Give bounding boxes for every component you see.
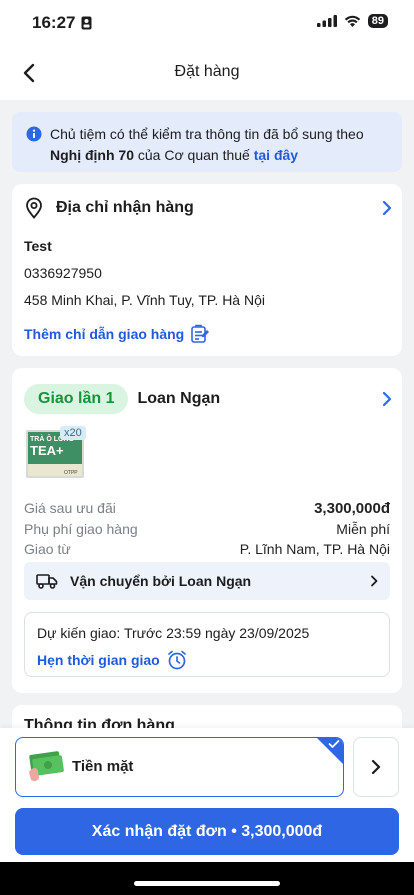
address-header[interactable]: Địa chỉ nhận hàng bbox=[24, 196, 392, 220]
delivery-badge: Giao lần 1 bbox=[24, 384, 129, 414]
truck-icon bbox=[36, 574, 58, 589]
status-bar: 16:27 89 bbox=[0, 0, 414, 46]
ship-from-label: Giao từ bbox=[24, 541, 71, 557]
checkmark-icon bbox=[328, 740, 340, 748]
shipping-fee-value: Miễn phí bbox=[336, 521, 390, 537]
add-delivery-note-button[interactable]: Thêm chỉ dẫn giao hàng bbox=[24, 324, 210, 344]
schedule-delivery-button[interactable]: Hẹn thời gian giao bbox=[37, 649, 188, 671]
cash-icon bbox=[29, 751, 64, 781]
info-text: Chủ tiệm có thể kiểm tra thông tin đã bổ… bbox=[50, 126, 364, 142]
shipping-fee-label: Phụ phí giao hàng bbox=[24, 521, 138, 537]
price-row: Giá sau ưu đãi 3,300,000đ bbox=[24, 500, 390, 517]
alarm-clock-icon bbox=[167, 650, 186, 670]
address-title: Địa chỉ nhận hàng bbox=[56, 199, 194, 216]
chevron-right-icon bbox=[371, 575, 378, 587]
home-indicator[interactable] bbox=[134, 881, 280, 886]
schedule-delivery-label: Hẹn thời gian giao bbox=[37, 652, 160, 668]
info-bold-text: Nghị định 70 bbox=[50, 147, 134, 163]
info-icon bbox=[26, 126, 42, 142]
recipient-address: 458 Minh Khai, P. Vĩnh Tuy, TP. Hà Nội bbox=[24, 292, 265, 308]
status-indicators: 89 bbox=[316, 14, 388, 28]
info-banner: Chủ tiệm có thể kiểm tra thông tin đã bổ… bbox=[12, 112, 402, 172]
signal-icon bbox=[316, 15, 337, 27]
page-title: Đặt hàng bbox=[174, 63, 240, 80]
shipment-header[interactable]: Giao lần 1 Loan Ngạn bbox=[24, 384, 392, 414]
product-quantity: x20 bbox=[60, 426, 86, 440]
clock-text: 16:27 bbox=[32, 13, 76, 32]
shipment-card: Giao lần 1 Loan Ngạn TRÀ Ô LONG TEA+ OTP… bbox=[12, 368, 402, 693]
home-indicator-area bbox=[0, 862, 414, 895]
battery-level: 89 bbox=[367, 14, 388, 28]
eta-text: Dự kiến giao: Trước 23:59 ngày 23/09/202… bbox=[37, 625, 310, 641]
confirm-order-button[interactable]: Xác nhận đặt đơn • 3,300,000đ bbox=[15, 808, 399, 855]
id-card-icon bbox=[81, 16, 92, 30]
payment-method-option[interactable]: Tiền mặt bbox=[15, 737, 344, 797]
delivery-time-box: Dự kiến giao: Trước 23:59 ngày 23/09/202… bbox=[24, 612, 390, 677]
shop-name: Loan Ngạn bbox=[137, 390, 221, 407]
product-brand: TEA+ bbox=[30, 443, 64, 458]
recipient-name: Test bbox=[24, 238, 52, 254]
ship-from-value: P. Lĩnh Nam, TP. Hà Nội bbox=[239, 541, 390, 557]
chevron-right-icon bbox=[371, 759, 381, 775]
carrier-label: Vận chuyển bởi Loan Ngạn bbox=[70, 573, 252, 589]
location-pin-icon bbox=[26, 197, 42, 219]
ship-from-row: Giao từ P. Lĩnh Nam, TP. Hà Nội bbox=[24, 541, 390, 557]
price-value: 3,300,000đ bbox=[314, 500, 390, 517]
status-time: 16:27 bbox=[32, 13, 92, 33]
shipping-fee-row: Phụ phí giao hàng Miễn phí bbox=[24, 521, 390, 537]
more-payment-methods-button[interactable] bbox=[353, 737, 399, 797]
address-card: Địa chỉ nhận hàng Test 0336927950 458 Mi… bbox=[12, 184, 402, 356]
info-link[interactable]: tại đây bbox=[254, 147, 298, 163]
wifi-icon bbox=[344, 15, 360, 27]
recipient-phone: 0336927950 bbox=[24, 265, 102, 281]
header: Đặt hàng bbox=[0, 46, 414, 100]
payment-method-label: Tiền mặt bbox=[72, 758, 134, 775]
chevron-right-icon bbox=[382, 391, 392, 407]
info-text-2: của Cơ quan thuế bbox=[134, 147, 254, 163]
chevron-right-icon bbox=[382, 200, 392, 216]
confirm-order-label: Xác nhận đặt đơn • 3,300,000đ bbox=[91, 822, 323, 840]
product-pack-mark: OTPP bbox=[64, 470, 78, 476]
carrier-row[interactable]: Vận chuyển bởi Loan Ngạn bbox=[24, 562, 390, 600]
add-delivery-note-label: Thêm chỉ dẫn giao hàng bbox=[24, 326, 185, 342]
note-icon bbox=[191, 324, 210, 343]
price-label: Giá sau ưu đãi bbox=[24, 500, 116, 516]
